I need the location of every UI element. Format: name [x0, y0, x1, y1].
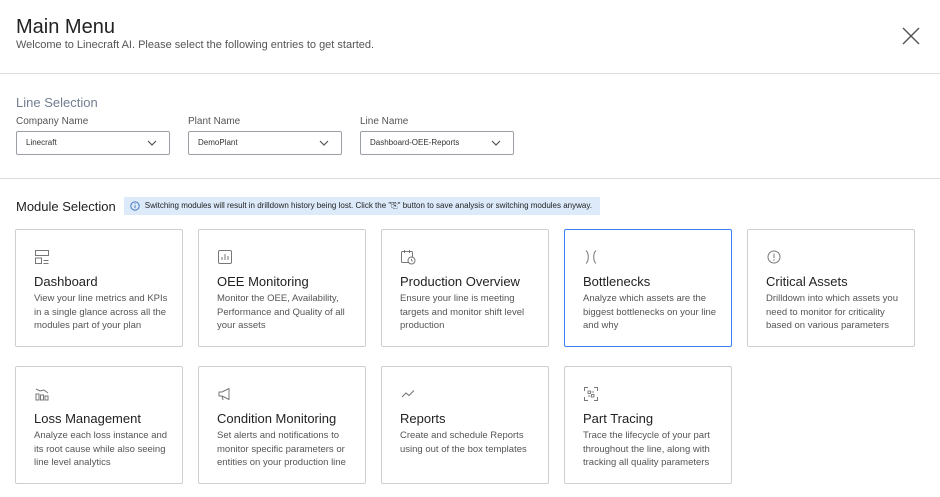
module-description: Trace the lifecycle of your part through… — [583, 430, 710, 468]
module-title: Dashboard — [34, 274, 98, 289]
alert-circle-icon — [767, 250, 781, 264]
module-description: Monitor the OEE, Availability, Performan… — [217, 293, 345, 331]
line-selection-title: Line Selection — [16, 95, 98, 110]
module-title: Part Tracing — [583, 411, 654, 426]
company-label: Company Name — [16, 116, 89, 127]
company-value: Linecraft — [26, 138, 57, 147]
module-description: Analyze each loss instance and its root … — [34, 430, 168, 468]
module-title: Reports — [400, 411, 446, 426]
module-card-condition-monitoring[interactable]: Condition Monitoring Set alerts and noti… — [198, 366, 366, 484]
close-button[interactable] — [899, 24, 923, 48]
module-description: Drilldown into which assets you need to … — [766, 293, 899, 331]
scan-icon — [584, 387, 598, 401]
module-selection-header: Module Selection Switching modules will … — [16, 196, 600, 216]
calendar-clock-icon — [401, 250, 416, 265]
module-card-reports[interactable]: Reports Create and schedule Reports usin… — [381, 366, 549, 484]
line-field: Line Name Dashboard-OEE-Reports — [360, 116, 514, 155]
module-title: Production Overview — [400, 274, 520, 289]
module-title: OEE Monitoring — [217, 274, 309, 289]
page-title: Main Menu — [16, 16, 115, 38]
megaphone-icon — [218, 388, 230, 401]
module-title: Condition Monitoring — [217, 411, 337, 426]
chevron-down-icon — [147, 140, 157, 146]
trend-icon — [401, 390, 415, 398]
module-card-oee-monitoring[interactable]: OEE Monitoring Monitor the OEE, Availabi… — [198, 229, 366, 347]
company-select[interactable]: Linecraft — [16, 131, 170, 155]
main-menu-header: Main Menu Welcome to Linecraft AI. Pleas… — [0, 0, 940, 74]
company-field: Company Name Linecraft — [16, 116, 170, 155]
module-description: Analyze which assets are the biggest bot… — [583, 293, 717, 331]
line-select[interactable]: Dashboard-OEE-Reports — [360, 131, 514, 155]
dashboard-icon — [35, 250, 49, 264]
module-title: Critical Assets — [766, 274, 848, 289]
bottleneck-icon — [585, 250, 597, 264]
chevron-down-icon — [491, 140, 501, 146]
plant-select[interactable]: DemoPlant — [188, 131, 342, 155]
module-description: Create and schedule Reports using out of… — [400, 430, 527, 455]
module-card-production-overview[interactable]: Production Overview Ensure your line is … — [381, 229, 549, 347]
plant-label: Plant Name — [188, 116, 241, 127]
module-description: Ensure your line is meeting targets and … — [400, 293, 525, 331]
chevron-down-icon — [319, 140, 329, 146]
plant-value: DemoPlant — [198, 138, 238, 147]
module-title: Loss Management — [34, 411, 141, 426]
line-label: Line Name — [360, 116, 409, 127]
page-subtitle: Welcome to Linecraft AI. Please select t… — [16, 39, 375, 51]
module-card-loss-management[interactable]: Loss Management Analyze each loss instan… — [15, 366, 183, 484]
module-card-part-tracing[interactable]: Part Tracing Trace the lifecycle of your… — [564, 366, 732, 484]
module-selection-title: Module Selection — [16, 198, 116, 214]
info-text: Switching modules will result in drilldo… — [144, 201, 592, 210]
module-card-dashboard[interactable]: Dashboard View your line metrics and KPI… — [15, 229, 183, 347]
close-icon — [902, 27, 920, 45]
info-banner: Switching modules will result in drilldo… — [123, 197, 600, 215]
info-icon — [130, 201, 140, 211]
loss-icon — [35, 388, 49, 401]
plant-field: Plant Name DemoPlant — [188, 116, 342, 155]
module-description: View your line metrics and KPIs in a sin… — [34, 293, 168, 331]
module-title: Bottlenecks — [583, 274, 651, 289]
module-card-critical-assets[interactable]: Critical Assets Drilldown into which ass… — [747, 229, 915, 347]
module-description: Set alerts and notifications to monitor … — [217, 430, 346, 468]
line-selection-section: Line Selection Company Name Linecraft Pl… — [0, 75, 940, 179]
line-value: Dashboard-OEE-Reports — [370, 138, 460, 147]
chart-icon — [218, 250, 232, 264]
module-card-bottlenecks[interactable]: Bottlenecks Analyze which assets are the… — [564, 229, 732, 347]
